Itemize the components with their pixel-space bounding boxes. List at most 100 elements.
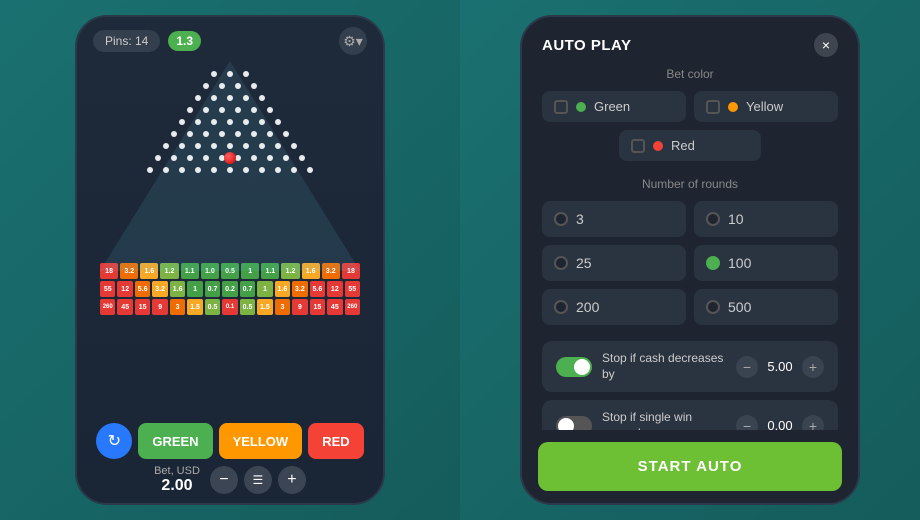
mult-cell: 0.5 (240, 299, 255, 315)
red-label: Red (671, 138, 695, 153)
mult-row: 55 12 5.6 3.2 1.6 1 0.7 0.2 0.7 1 1.6 3.… (99, 281, 361, 297)
mult-cell: 55 (100, 281, 115, 297)
dot-row-with-ball (100, 155, 360, 161)
dot-row (100, 83, 360, 89)
dot (235, 83, 241, 89)
dot (235, 107, 241, 113)
bet-increase-button[interactable]: + (278, 466, 306, 494)
pins-badge: Pins: 14 (93, 30, 160, 52)
green-dot (576, 102, 586, 112)
dot (203, 155, 209, 161)
dot (219, 107, 225, 113)
mult-cell: 3 (275, 299, 290, 315)
dot-row (100, 131, 360, 137)
mult-cell: 9 (152, 299, 167, 315)
dot (267, 107, 273, 113)
rounds-grid: 3 10 25 100 200 (542, 201, 838, 325)
mult-cell: 1 (257, 281, 272, 297)
round-radio-3[interactable] (554, 212, 568, 226)
stop-win-value-group: − 0.00 + (736, 415, 824, 430)
dot (179, 167, 185, 173)
dot (275, 167, 281, 173)
bet-controls: − ☰ + (210, 466, 306, 494)
dot (259, 95, 265, 101)
mult-cell: 1 (187, 281, 202, 297)
red-button[interactable]: RED (308, 423, 363, 459)
dot (267, 131, 273, 137)
dot (227, 143, 233, 149)
plinko-triangle (100, 61, 360, 261)
round-option-3[interactable]: 3 (542, 201, 686, 237)
dot-row (100, 107, 360, 113)
bet-decrease-button[interactable]: − (210, 466, 238, 494)
round-radio-10[interactable] (706, 212, 720, 226)
green-button[interactable]: GREEN (138, 423, 212, 459)
dot (171, 155, 177, 161)
mult-cell: 0.1 (222, 299, 237, 315)
dot (307, 167, 313, 173)
dot (155, 155, 161, 161)
stop-cash-increase[interactable]: + (802, 356, 824, 378)
round-label-500: 500 (728, 299, 751, 315)
mult-cell: 3.2 (152, 281, 167, 297)
mult-cell: 1.5 (257, 299, 272, 315)
dot (243, 143, 249, 149)
dot (235, 131, 241, 137)
round-option-100[interactable]: 100 (694, 245, 838, 281)
mult-cell: 15 (135, 299, 150, 315)
dot (291, 167, 297, 173)
mult-cell: 12 (327, 281, 342, 297)
red-checkbox[interactable] (631, 139, 645, 153)
dot (147, 167, 153, 173)
round-option-10[interactable]: 10 (694, 201, 838, 237)
round-radio-100[interactable] (706, 256, 720, 270)
bet-info: Bet, USD 2.00 (154, 465, 200, 495)
round-radio-25[interactable] (554, 256, 568, 270)
yellow-dot (728, 102, 738, 112)
mult-cell: 3 (170, 299, 185, 315)
rounds-label: Number of rounds (542, 177, 838, 191)
round-option-200[interactable]: 200 (542, 289, 686, 325)
round-radio-500[interactable] (706, 300, 720, 314)
mult-cell: 55 (345, 281, 360, 297)
dot (203, 107, 209, 113)
dot (187, 107, 193, 113)
stop-win-row: Stop if single win exceeds − 0.00 + (542, 400, 838, 430)
modal-header: AUTO PLAY × (522, 17, 858, 67)
round-option-500[interactable]: 500 (694, 289, 838, 325)
start-auto-button[interactable]: START AUTO (538, 442, 842, 491)
stop-cash-decrease[interactable]: − (736, 356, 758, 378)
dot (195, 119, 201, 125)
red-dot (653, 141, 663, 151)
mult-cell: 1.6 (275, 281, 290, 297)
phone-left: Pins: 14 1.3 ⚙▾ (75, 15, 385, 505)
mult-cell: 0.7 (240, 281, 255, 297)
round-option-25[interactable]: 25 (542, 245, 686, 281)
mult-cell: 9 (292, 299, 307, 315)
ball (224, 152, 236, 164)
stop-win-toggle[interactable] (556, 416, 592, 430)
mult-cell: 5.6 (310, 281, 325, 297)
color-option-green[interactable]: Green (542, 91, 686, 122)
round-radio-200[interactable] (554, 300, 568, 314)
refresh-button[interactable]: ↻ (96, 423, 132, 459)
stop-cash-toggle[interactable] (556, 357, 592, 377)
modal-title: AUTO PLAY (542, 37, 632, 54)
yellow-checkbox[interactable] (706, 100, 720, 114)
bet-label: Bet, USD (154, 465, 200, 477)
yellow-button[interactable]: YELLOW (219, 423, 303, 459)
dot (227, 167, 233, 173)
dot (251, 131, 257, 137)
color-option-yellow[interactable]: Yellow (694, 91, 838, 122)
color-option-red[interactable]: Red (619, 130, 761, 161)
close-button[interactable]: × (814, 33, 838, 57)
stop-win-increase[interactable]: + (802, 415, 824, 430)
mult-cell: 0.5 (205, 299, 220, 315)
stop-cash-text: Stop if cash decreases by (602, 351, 726, 382)
settings-icon[interactable]: ⚙▾ (339, 27, 367, 55)
dot (211, 119, 217, 125)
stop-win-decrease[interactable]: − (736, 415, 758, 430)
multiplier-badge: 1.3 (168, 31, 201, 51)
green-checkbox[interactable] (554, 100, 568, 114)
bet-stack-button[interactable]: ☰ (244, 466, 272, 494)
